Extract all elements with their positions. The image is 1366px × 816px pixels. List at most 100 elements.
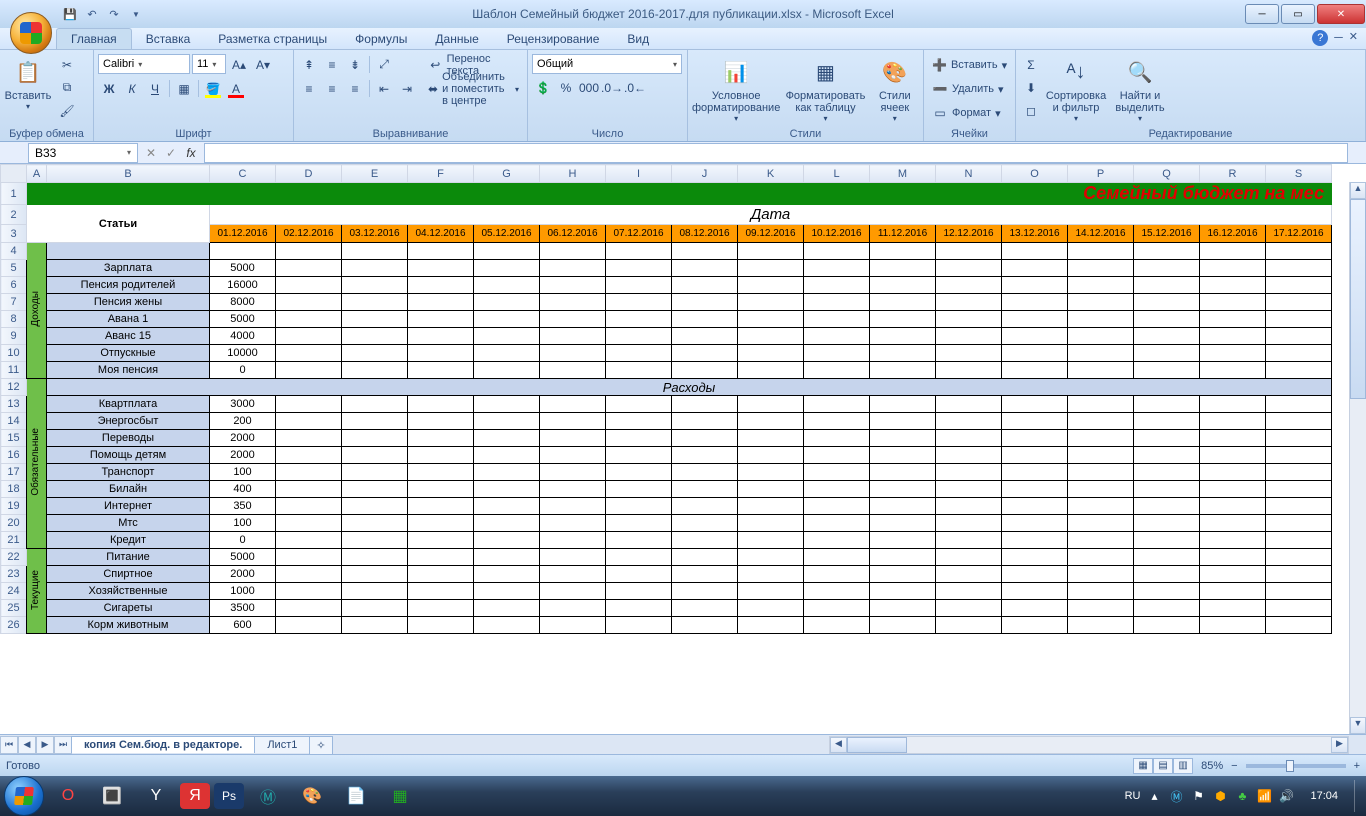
- cell[interactable]: [1002, 481, 1068, 498]
- row-header[interactable]: 23: [1, 566, 27, 583]
- cell[interactable]: [408, 396, 474, 413]
- cell[interactable]: [474, 260, 540, 277]
- column-header[interactable]: D: [276, 165, 342, 183]
- cell[interactable]: [408, 294, 474, 311]
- cell[interactable]: [672, 345, 738, 362]
- cell[interactable]: [738, 549, 804, 566]
- view-normal-icon[interactable]: ▦: [1133, 758, 1153, 774]
- column-header[interactable]: Q: [1134, 165, 1200, 183]
- cell[interactable]: [672, 260, 738, 277]
- cell[interactable]: [1068, 413, 1134, 430]
- cell[interactable]: [1068, 277, 1134, 294]
- article-value[interactable]: 400: [210, 481, 276, 498]
- row-header[interactable]: 5: [1, 260, 27, 277]
- cell[interactable]: [936, 481, 1002, 498]
- cell[interactable]: [738, 566, 804, 583]
- scroll-down-icon[interactable]: ▼: [1350, 717, 1366, 734]
- cell[interactable]: [804, 583, 870, 600]
- cell[interactable]: [1068, 260, 1134, 277]
- cell[interactable]: [342, 566, 408, 583]
- cell[interactable]: [1068, 243, 1134, 260]
- article-value[interactable]: 100: [210, 515, 276, 532]
- maximize-button[interactable]: ▭: [1281, 4, 1315, 24]
- cell[interactable]: [408, 617, 474, 634]
- cell[interactable]: [276, 328, 342, 345]
- date-cell[interactable]: 02.12.2016: [276, 225, 342, 243]
- cell[interactable]: [474, 447, 540, 464]
- taskbar-excel-icon[interactable]: ▦: [380, 780, 420, 812]
- cell[interactable]: [1266, 617, 1332, 634]
- cell[interactable]: [408, 498, 474, 515]
- row-header[interactable]: 25: [1, 600, 27, 617]
- percent-icon[interactable]: %: [555, 77, 577, 98]
- vscroll-thumb[interactable]: [1350, 199, 1366, 399]
- cell[interactable]: [936, 430, 1002, 447]
- cell[interactable]: [276, 464, 342, 481]
- cell[interactable]: [870, 345, 936, 362]
- cell[interactable]: [1266, 328, 1332, 345]
- column-header[interactable]: G: [474, 165, 540, 183]
- cell[interactable]: [1266, 464, 1332, 481]
- format-as-table-button[interactable]: ▦Форматировать как таблицу▾: [784, 54, 866, 123]
- taskbar-ps-icon[interactable]: Ps: [214, 783, 244, 809]
- cell[interactable]: [276, 243, 342, 260]
- cell[interactable]: [1200, 430, 1266, 447]
- scroll-right-icon[interactable]: ▶: [1331, 737, 1348, 753]
- article-value[interactable]: 2000: [210, 447, 276, 464]
- cell[interactable]: [540, 396, 606, 413]
- cell[interactable]: [276, 481, 342, 498]
- cell[interactable]: [408, 413, 474, 430]
- tray-mbam-icon[interactable]: Ⓜ: [1168, 788, 1184, 804]
- cell[interactable]: [936, 549, 1002, 566]
- column-header[interactable]: R: [1200, 165, 1266, 183]
- cell[interactable]: [408, 447, 474, 464]
- cell[interactable]: [870, 566, 936, 583]
- cell[interactable]: [804, 311, 870, 328]
- scroll-left-icon[interactable]: ◀: [830, 737, 847, 753]
- underline-button[interactable]: Ч: [144, 78, 166, 99]
- cell[interactable]: [804, 413, 870, 430]
- tab-formulas[interactable]: Формулы: [341, 29, 421, 49]
- cell[interactable]: [936, 362, 1002, 379]
- cell[interactable]: [606, 600, 672, 617]
- cell[interactable]: [1134, 413, 1200, 430]
- font-color-icon[interactable]: A: [225, 78, 247, 99]
- cell[interactable]: [1134, 549, 1200, 566]
- tray-flag-icon[interactable]: ⚑: [1190, 788, 1206, 804]
- cell[interactable]: [1002, 260, 1068, 277]
- zoom-in-icon[interactable]: +: [1354, 760, 1360, 772]
- cell[interactable]: [738, 532, 804, 549]
- cell[interactable]: [276, 532, 342, 549]
- cell[interactable]: [540, 600, 606, 617]
- cell[interactable]: [47, 243, 210, 260]
- cell[interactable]: [540, 464, 606, 481]
- cell[interactable]: [276, 362, 342, 379]
- cell[interactable]: [1200, 362, 1266, 379]
- cell[interactable]: [936, 515, 1002, 532]
- cell[interactable]: [1068, 549, 1134, 566]
- column-header[interactable]: S: [1266, 165, 1332, 183]
- row-header[interactable]: 20: [1, 515, 27, 532]
- align-middle-icon[interactable]: ≡: [321, 54, 343, 75]
- cell[interactable]: [936, 498, 1002, 515]
- cell[interactable]: [408, 277, 474, 294]
- zoom-level[interactable]: 85%: [1201, 760, 1223, 772]
- tab-insert[interactable]: Вставка: [132, 29, 205, 49]
- cell[interactable]: [1068, 481, 1134, 498]
- cell[interactable]: [804, 362, 870, 379]
- cell[interactable]: [1068, 362, 1134, 379]
- cell[interactable]: [738, 498, 804, 515]
- cell[interactable]: [738, 328, 804, 345]
- cell[interactable]: [1002, 413, 1068, 430]
- article-value[interactable]: 5000: [210, 260, 276, 277]
- article-name[interactable]: Кредит: [47, 532, 210, 549]
- column-header[interactable]: I: [606, 165, 672, 183]
- cell[interactable]: [804, 549, 870, 566]
- cell[interactable]: [870, 515, 936, 532]
- cell[interactable]: [804, 243, 870, 260]
- cell[interactable]: [672, 413, 738, 430]
- paste-button[interactable]: 📋 Вставить ▾: [4, 54, 52, 111]
- autosum-icon[interactable]: Σ: [1020, 54, 1042, 75]
- cell[interactable]: [408, 328, 474, 345]
- format-painter-icon[interactable]: 🖌: [56, 100, 78, 121]
